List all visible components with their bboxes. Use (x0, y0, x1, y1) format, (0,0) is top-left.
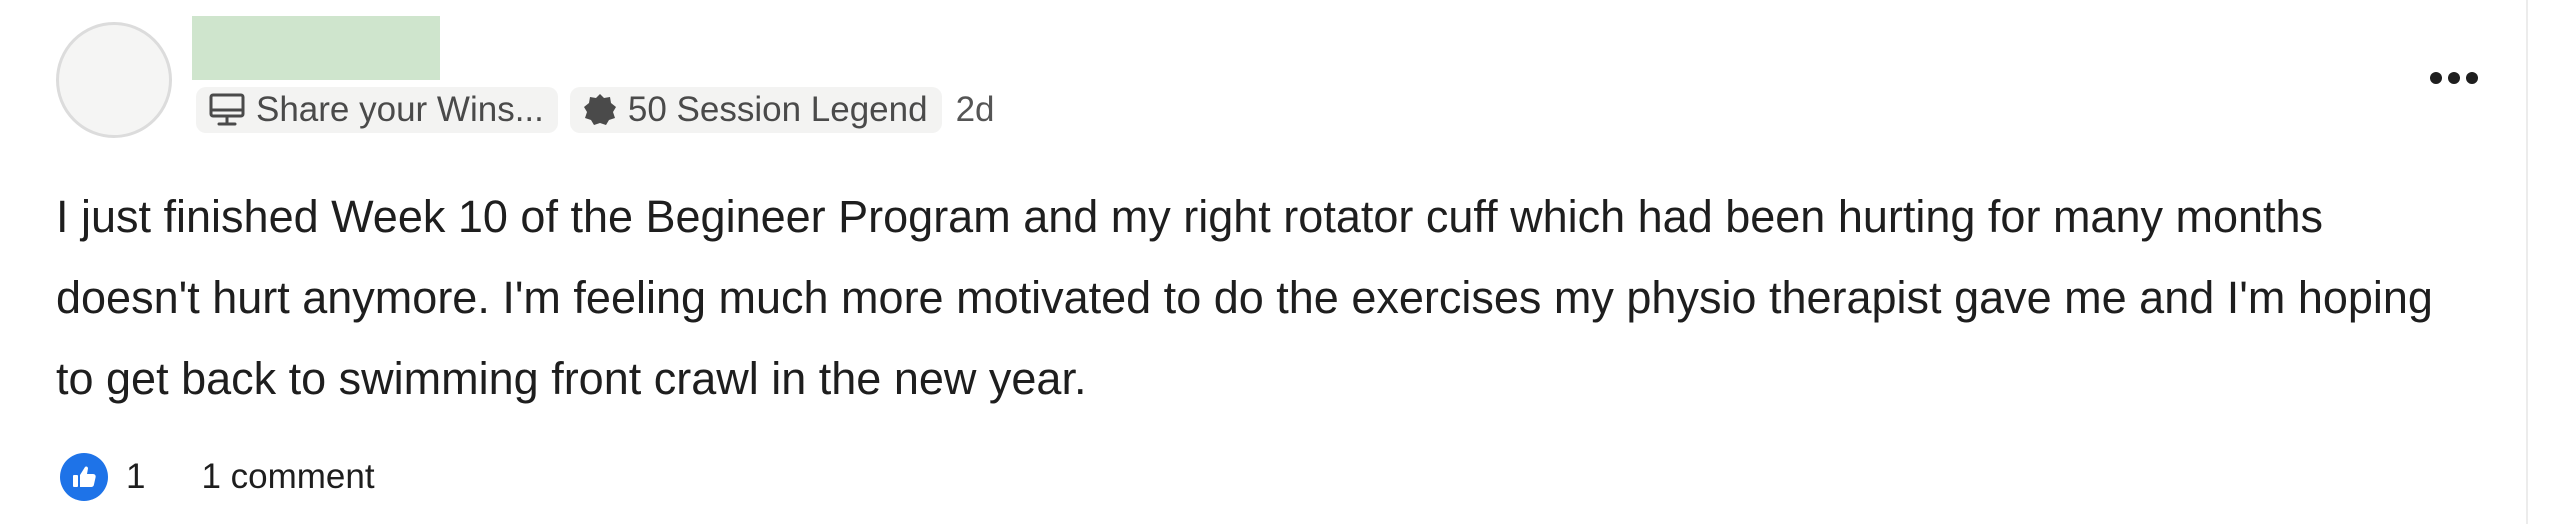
post-meta: Share your Wins... 50 Session Legend 2d (196, 86, 995, 134)
badge-chip[interactable]: 50 Session Legend (569, 87, 942, 133)
post-options-button[interactable] (2418, 60, 2490, 100)
more-horizontal-icon (2429, 71, 2479, 90)
post-card: Share your Wins... 50 Session Legend 2d … (0, 0, 2528, 524)
post-footer: 1 1 comment (60, 452, 375, 502)
post-body-text: I just finished Week 10 of the Begineer … (56, 191, 2433, 404)
badge-chip-label: 50 Session Legend (627, 90, 928, 129)
avatar[interactable] (56, 22, 172, 138)
like-button[interactable]: 1 (60, 453, 145, 501)
like-count: 1 (126, 457, 146, 496)
monitor-icon (208, 93, 246, 127)
thumbs-up-icon (60, 453, 108, 501)
category-chip[interactable]: Share your Wins... (196, 87, 558, 133)
category-chip-label: Share your Wins... (256, 90, 544, 129)
comments-link[interactable]: 1 comment (201, 457, 374, 497)
post-timestamp: 2d (955, 90, 995, 129)
badge-icon (582, 92, 618, 128)
author-name[interactable] (192, 16, 440, 80)
